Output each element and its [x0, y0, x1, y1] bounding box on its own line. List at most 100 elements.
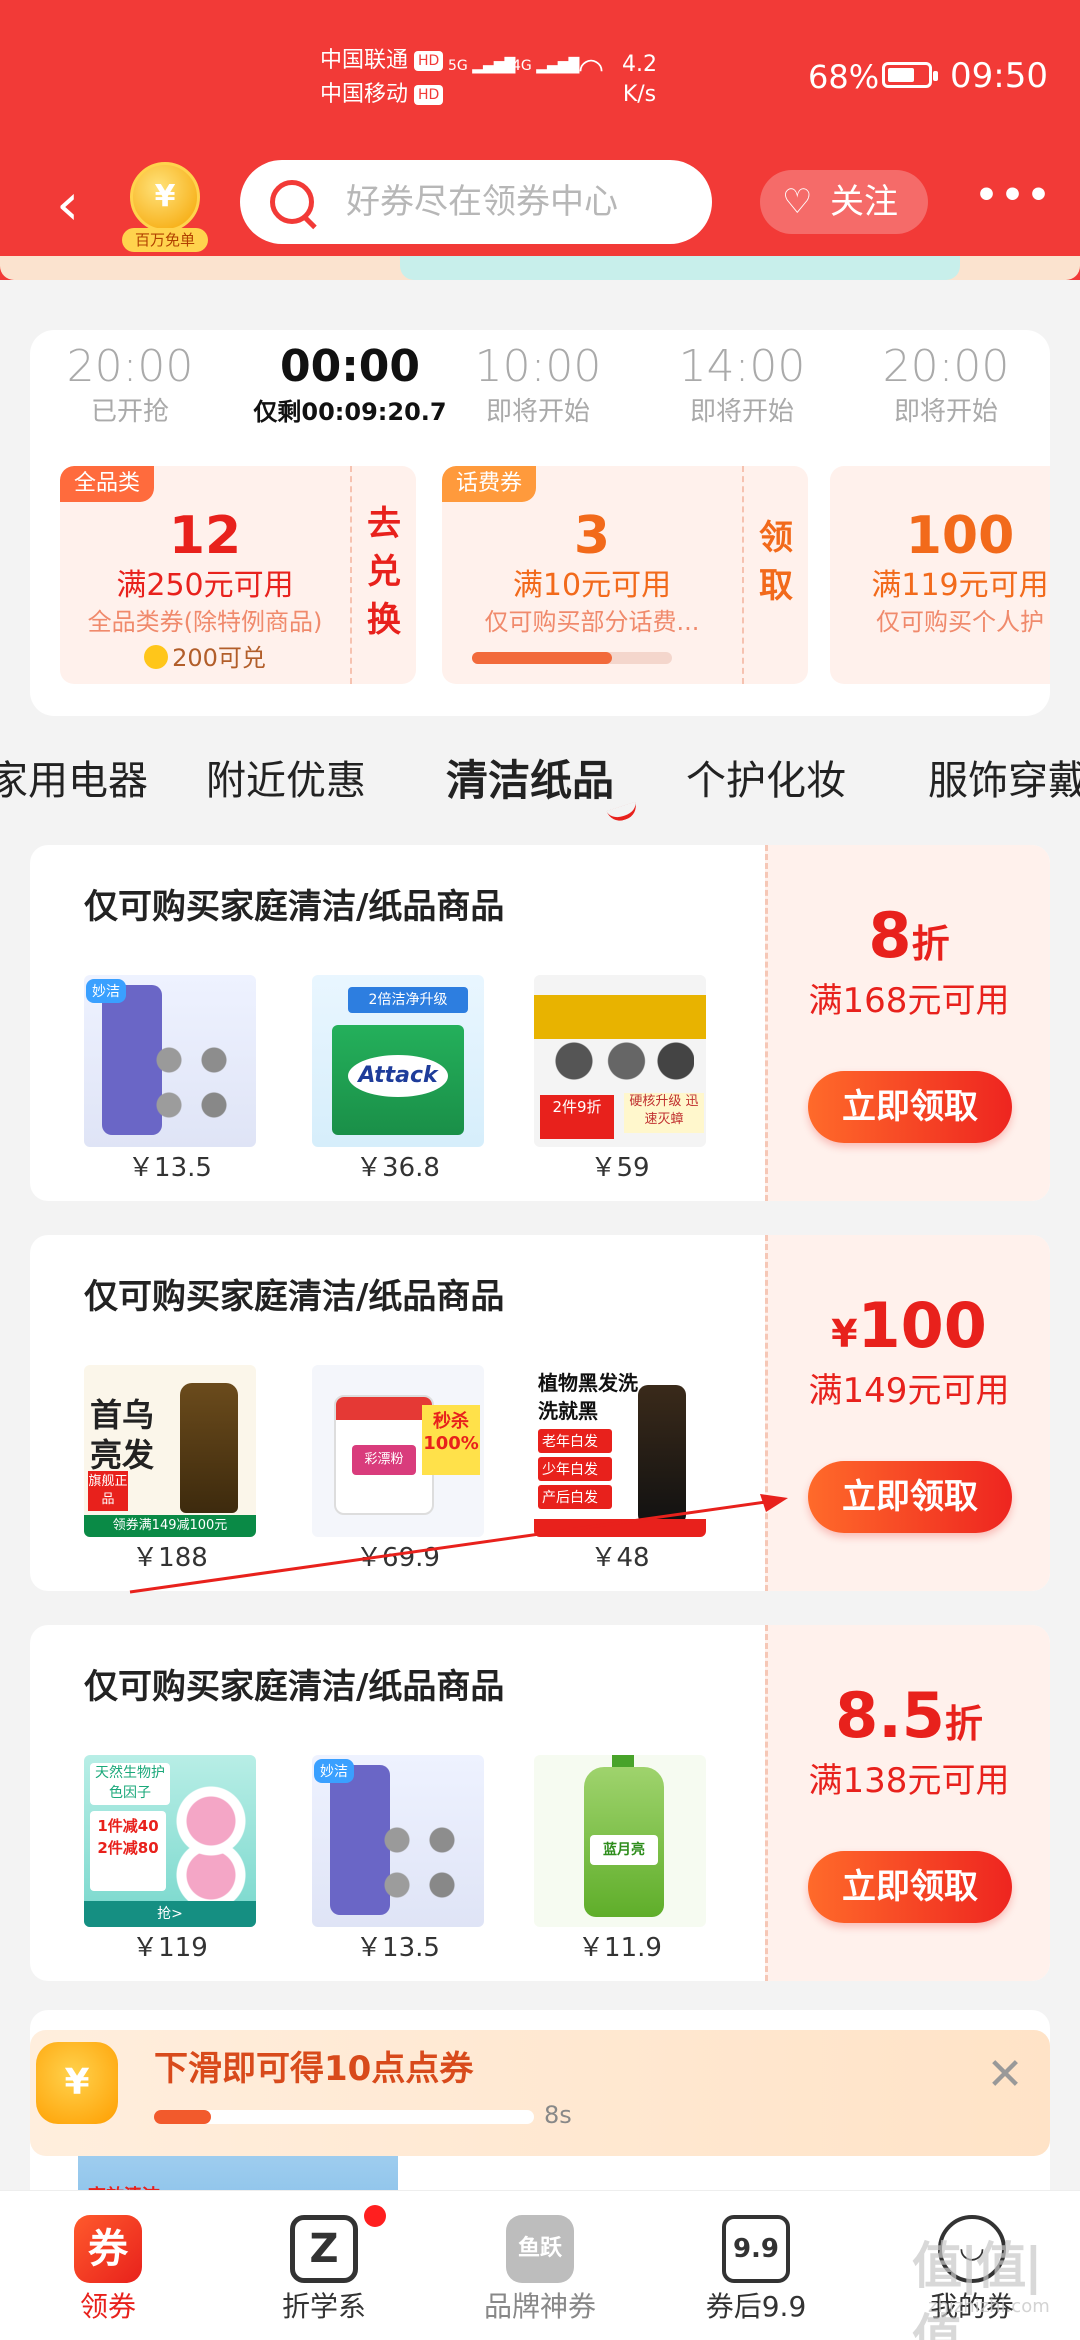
nav-tab-9-9[interactable]: 9.9 券后9.9: [648, 2191, 864, 2340]
signal-5g-icon: 5G ▂▄▆█: [448, 58, 516, 74]
more-button[interactable]: •••: [975, 176, 1050, 226]
carrier-1: 中国联通: [320, 48, 409, 73]
product-item[interactable]: 2倍洁净升级 Attack ￥36.8: [312, 975, 484, 1185]
coupon-card: 仅可购买家庭清洁/纸品商品 天然生物护色因子 1件减40 2件减80 抢> ￥119…: [30, 1625, 1050, 1981]
clock: 09:50: [950, 56, 1048, 96]
reward-progress-bar: [154, 2110, 534, 2124]
scroll-reward-banner[interactable]: ¥ 下滑即可得10点点券 8s ✕: [30, 2030, 1050, 2156]
coupon-condition: 满138元可用: [808, 1761, 1010, 1801]
battery-icon: [882, 62, 938, 88]
product-item[interactable]: 蓝月亮 ￥11.9: [534, 1755, 706, 1965]
tab-cleaning[interactable]: 清洁纸品: [446, 754, 614, 808]
claim-button[interactable]: 领取: [742, 466, 808, 684]
search-bar[interactable]: 好券尽在领券中心: [240, 160, 712, 244]
tab-apparel[interactable]: 服饰穿戴: [928, 754, 1080, 808]
product-item[interactable]: 妙洁 ￥13.5: [84, 975, 256, 1185]
product-item[interactable]: 天然生物护色因子 1件减40 2件减80 抢> ￥119: [84, 1755, 256, 1965]
heart-plus-icon: ♡: [782, 182, 813, 222]
coupon-value: 8折: [868, 899, 950, 972]
voucher-points: 200可兑: [60, 642, 350, 674]
product-price: ￥59: [590, 1153, 650, 1183]
nav-tab-brand[interactable]: 鱼跃 品牌神券: [432, 2191, 648, 2340]
carrier-info: 中国联通 HD 中国移动 HD: [320, 44, 444, 112]
free-order-badge[interactable]: ¥ 百万免单: [122, 162, 208, 252]
claim-now-button[interactable]: 立即领取: [808, 1851, 1012, 1923]
header: 中国联通 HD 中国移动 HD 5G ▂▄▆█ 4G ▂▄▆█ ◠ 4.2 K/s …: [0, 0, 1080, 280]
hd-badge: HD: [414, 51, 444, 71]
battery-percent: 68%: [808, 58, 880, 96]
product-image: 妙洁: [312, 1755, 484, 1927]
nav-bar: ‹ ¥ 百万免单 好券尽在领券中心 ♡ 关注 •••: [0, 156, 1080, 256]
voucher-desc: 全品类券(除特例商品): [87, 608, 323, 636]
product-image: 天然生物护色因子 1件减40 2件减80 抢>: [84, 1755, 256, 1927]
close-icon[interactable]: ✕: [980, 2050, 1030, 2100]
voucher-condition: 满250元可用: [116, 568, 294, 603]
claim-now-button[interactable]: 立即领取: [808, 1071, 1012, 1143]
nav-tab-zhexuexi[interactable]: Z 折学系: [216, 2191, 432, 2340]
coupon-title: 仅可购买家庭清洁/纸品商品: [84, 887, 505, 927]
voucher-tag: 话费券: [442, 466, 537, 502]
product-item[interactable]: 2件9折 硬核升级 迅速灭蟑 ￥59: [534, 975, 706, 1185]
time-slot[interactable]: 14:00 即将开始: [642, 340, 842, 430]
coupon-value-panel: 8折 满168元可用 立即领取: [765, 845, 1050, 1201]
voucher-card[interactable]: 100 满119元可用 仅可购买个人护: [830, 466, 1050, 684]
time-slot[interactable]: 20:00 已开抢: [30, 340, 230, 430]
product-image: 妙洁: [84, 975, 256, 1147]
nav-tab-coupons[interactable]: 券 领券: [0, 2191, 216, 2340]
progress-fill: [154, 2110, 211, 2124]
product-price: ￥11.9: [578, 1933, 662, 1963]
header-shelf: [0, 256, 1080, 280]
flash-sale-card: 20:00 已开抢 00:00 仅剩00:09:20.7 10:00 即将开始 14:…: [30, 330, 1050, 716]
status-bar: 中国联通 HD 中国移动 HD 5G ▂▄▆█ 4G ▂▄▆█ ◠ 4.2 K/s …: [0, 0, 1080, 150]
coin-reward-icon: ¥: [36, 2042, 118, 2124]
hd-badge: HD: [414, 85, 444, 105]
follow-label: 关注: [830, 182, 898, 222]
watermark-logo: 值|值|值: [912, 2237, 1043, 2340]
product-image: 蓝月亮: [534, 1755, 706, 1927]
product-image: 2件9折 硬核升级 迅速灭蟑: [534, 975, 706, 1147]
voucher-amount: 3: [573, 506, 611, 566]
progress-fill: [472, 652, 612, 664]
carrier-2: 中国移动: [320, 82, 409, 107]
reward-message: 下滑即可得10点点券: [154, 2049, 474, 2089]
product-price: ￥119: [132, 1933, 208, 1963]
product-price: ￥36.8: [356, 1153, 440, 1183]
signal-4g-icon: 4G ▂▄▆█: [512, 58, 580, 74]
product-image: 2倍洁净升级 Attack: [312, 975, 484, 1147]
claim-progress-bar: [472, 652, 672, 664]
exchange-button[interactable]: 去兑换: [350, 466, 416, 684]
follow-button[interactable]: ♡ 关注: [760, 170, 928, 234]
coupon-title: 仅可购买家庭清洁/纸品商品: [84, 1277, 505, 1317]
time-slot[interactable]: 10:00 即将开始: [438, 340, 638, 430]
product-price: ￥13.5: [356, 1933, 440, 1963]
back-button[interactable]: ‹: [56, 174, 106, 234]
tab-appliances[interactable]: 家用电器: [0, 754, 148, 808]
search-input[interactable]: 好券尽在领券中心: [346, 180, 618, 224]
coupon-card: 仅可购买家庭清洁/纸品商品 妙洁 ￥13.5 2倍洁净升级 Attack ￥36.…: [30, 845, 1050, 1201]
nine-tab-icon: 9.9: [722, 2215, 790, 2283]
voucher-condition: 满10元可用: [512, 568, 672, 603]
coupon-condition: 满149元可用: [808, 1371, 1010, 1411]
coin-icon: ¥: [130, 162, 200, 232]
tab-personal-care[interactable]: 个护化妆: [686, 754, 846, 808]
voucher-desc: 仅可购买部分话费...: [484, 608, 700, 636]
voucher-tag: 全品类: [60, 466, 155, 502]
time-slot-active[interactable]: 00:00 仅剩00:09:20.7: [235, 340, 465, 430]
net-speed: 4.2 K/s: [622, 52, 657, 107]
time-slot[interactable]: 20:00 即将开始: [846, 340, 1046, 430]
coupon-condition: 满168元可用: [808, 981, 1010, 1021]
brand-tab-icon: 鱼跃: [506, 2215, 574, 2283]
claim-now-button[interactable]: 立即领取: [808, 1461, 1012, 1533]
coupon-title: 仅可购买家庭清洁/纸品商品: [84, 1667, 505, 1707]
countdown-seconds: 8s: [544, 2101, 572, 2129]
product-price: ￥13.5: [128, 1153, 212, 1183]
notification-dot: [364, 2205, 386, 2227]
category-tabs: 家用电器 附近优惠 清洁纸品 个护化妆 服饰穿戴: [0, 740, 1080, 830]
voucher-card: 话费券 3 满10元可用 仅可购买部分话费...: [442, 466, 742, 684]
tab-nearby[interactable]: 附近优惠: [206, 754, 366, 808]
wifi-icon: ◠: [578, 52, 605, 87]
product-item[interactable]: 妙洁 ￥13.5: [312, 1755, 484, 1965]
coupon-tab-icon: 券: [74, 2215, 142, 2283]
coin-icon: [144, 645, 169, 669]
voucher-card: 全品类 12 满250元可用 全品类券(除特例商品) 200可兑: [60, 466, 350, 684]
